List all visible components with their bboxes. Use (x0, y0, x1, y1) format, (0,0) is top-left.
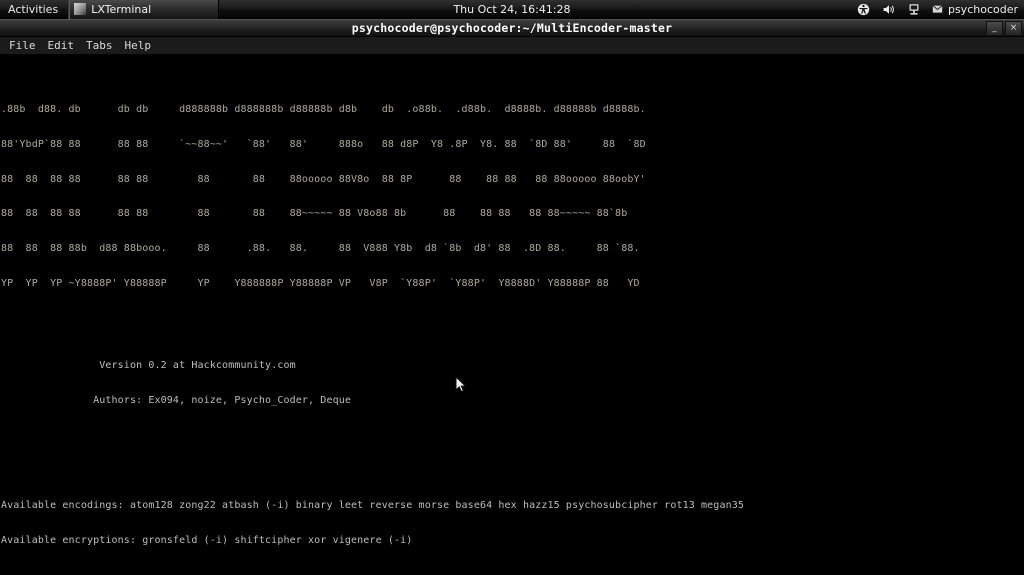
minimize-button[interactable]: _ (986, 21, 1003, 36)
activities-button[interactable]: Activities (0, 0, 68, 19)
window-title: psychocoder@psychocoder:~/MultiEncoder-m… (351, 21, 673, 35)
menu-file[interactable]: File (9, 37, 36, 55)
window-controls: _ × (986, 21, 1022, 36)
taskbar-item-lxterminal[interactable]: LXTerminal (69, 0, 220, 19)
window-task-list: LXTerminal (69, 0, 220, 19)
menubar: File Edit Tabs Help (0, 37, 1024, 55)
terminal-window: psychocoder@psychocoder:~/MultiEncoder-m… (0, 19, 1024, 575)
terminal-icon (74, 3, 87, 15)
ascii-banner-line: YP YP YP ~Y8888P' Y88888P YP Y888888P Y8… (1, 278, 640, 290)
activities-label: Activities (8, 2, 59, 16)
accessibility-icon[interactable] (857, 3, 870, 16)
display-icon[interactable] (908, 3, 920, 16)
volume-icon[interactable] (882, 3, 896, 16)
ascii-banner-line: 88 88 88 88 88 88 88 88 88~~~~~ 88 V8o88… (1, 208, 628, 220)
menu-help[interactable]: Help (125, 37, 152, 55)
menu-tabs[interactable]: Tabs (86, 37, 113, 55)
menu-edit[interactable]: Edit (48, 37, 75, 55)
available-encryptions-line: Available encryptions: gronsfeld (-i) sh… (1, 534, 413, 546)
terminal-output-area[interactable]: .88b d88. db db db d888888b d888888b d88… (0, 55, 1024, 574)
terminal-lines: .88b d88. db db db d888888b d888888b d88… (1, 57, 1024, 574)
ascii-banner-line: 88 88 88 88 88 88 88 88 88ooooo 88V8o 88… (1, 173, 646, 185)
desktop-top-panel: Activities LXTerminal Thu Oct 24, 16:41:… (0, 0, 1024, 19)
taskbar-item-label: LXTerminal (91, 2, 152, 16)
message-icon (932, 4, 943, 15)
version-line: Version 0.2 at Hackcommunity.com (1, 359, 296, 371)
ascii-banner-line: 88'YbdP`88 88 88 88 `~~88~~' `88' 88' 88… (1, 138, 646, 150)
window-titlebar[interactable]: psychocoder@psychocoder:~/MultiEncoder-m… (0, 19, 1024, 37)
ascii-banner-line: .88b d88. db db db d888888b d888888b d88… (1, 103, 646, 115)
user-menu-label: psychocoder (947, 3, 1018, 16)
close-button[interactable]: × (1005, 21, 1022, 36)
ascii-banner-line: 88 88 88 88b d88 88booo. 88 .88. 88. 88 … (1, 243, 640, 255)
available-encodings-line: Available encodings: atom128 zong22 atba… (1, 499, 745, 511)
user-menu[interactable]: psychocoder (932, 3, 1018, 16)
authors-line: Authors: Ex094, noize, Psycho_Coder, Deq… (1, 394, 352, 406)
system-tray: psychocoder (857, 0, 1018, 19)
